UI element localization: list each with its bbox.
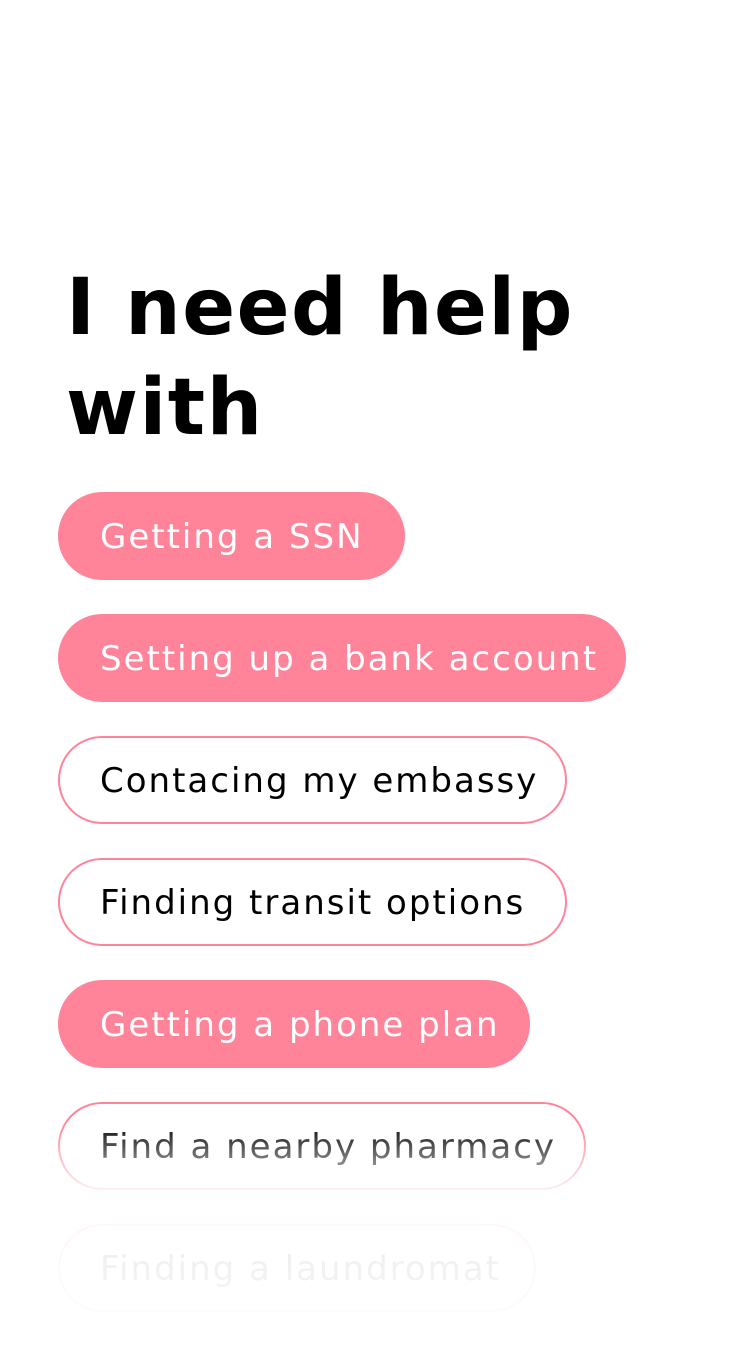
option-chip-pharmacy[interactable]: Find a nearby pharmacy — [58, 1102, 586, 1190]
option-chip-bank-account[interactable]: Setting up a bank account — [58, 614, 626, 702]
option-chip-embassy[interactable]: Contacing my embassy — [58, 736, 567, 824]
option-chip-transit[interactable]: Finding transit options — [58, 858, 567, 946]
help-selection-screen: I need help with Getting a SSN Setting u… — [0, 0, 750, 1334]
help-options-list: Getting a SSN Setting up a bank account … — [58, 492, 708, 1346]
option-chip-laundromat[interactable]: Finding a laundromat — [58, 1224, 536, 1312]
option-chip-phone-plan[interactable]: Getting a phone plan — [58, 980, 530, 1068]
option-chip-ssn[interactable]: Getting a SSN — [58, 492, 405, 580]
page-title: I need help with — [66, 263, 574, 453]
